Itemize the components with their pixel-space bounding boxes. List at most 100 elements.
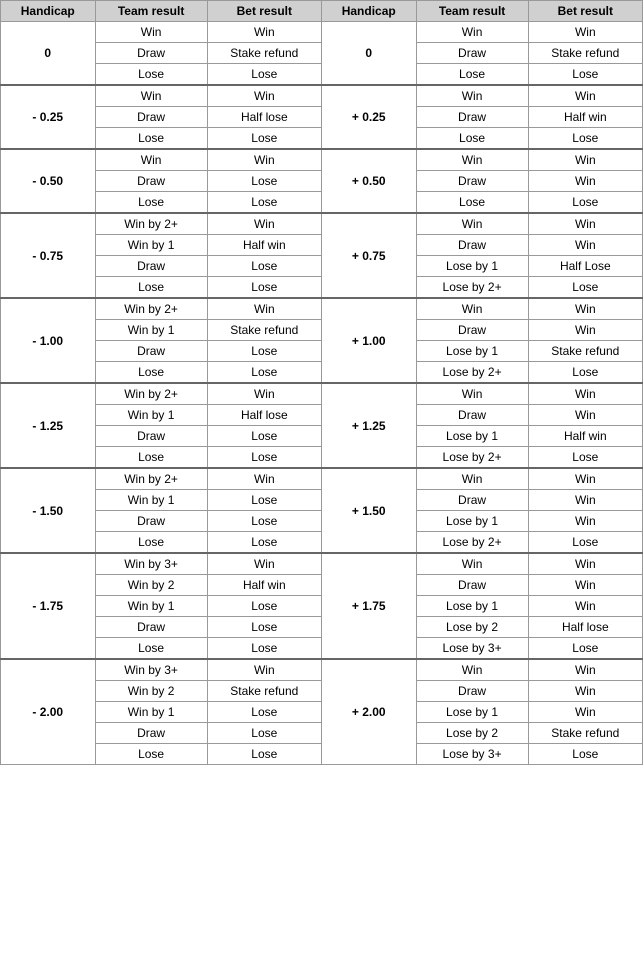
left-team-result: Draw	[95, 341, 207, 362]
left-handicap: - 0.75	[1, 213, 96, 298]
right-team-result: Draw	[416, 235, 528, 256]
left-bet-result: Win	[207, 383, 321, 405]
right-team-result: Win	[416, 149, 528, 171]
left-handicap: - 1.50	[1, 468, 96, 553]
left-team-result: Win	[95, 149, 207, 171]
right-bet-result: Stake refund	[528, 723, 642, 744]
left-team-result: Win by 1	[95, 702, 207, 723]
right-bet-result: Lose	[528, 128, 642, 150]
left-bet-result: Win	[207, 659, 321, 681]
left-team-result: Lose	[95, 744, 207, 765]
right-bet-result: Half Lose	[528, 256, 642, 277]
right-bet-result: Half lose	[528, 617, 642, 638]
right-team-result: Lose by 2+	[416, 532, 528, 554]
right-bet-result: Win	[528, 596, 642, 617]
right-bet-result: Win	[528, 490, 642, 511]
left-handicap: - 1.00	[1, 298, 96, 383]
right-handicap: + 0.25	[321, 85, 416, 149]
right-team-result: Lose by 2+	[416, 447, 528, 469]
right-team-result: Win	[416, 659, 528, 681]
right-team-result: Lose by 1	[416, 511, 528, 532]
right-team-result: Draw	[416, 405, 528, 426]
left-bet-result: Lose	[207, 192, 321, 214]
right-team-result: Draw	[416, 490, 528, 511]
column-header: Team result	[416, 1, 528, 22]
table-row: - 0.75Win by 2+Win+ 0.75WinWin	[1, 213, 643, 235]
left-team-result: Win by 2	[95, 681, 207, 702]
right-team-result: Draw	[416, 575, 528, 596]
right-handicap: + 2.00	[321, 659, 416, 765]
left-team-result: Draw	[95, 171, 207, 192]
right-team-result: Lose	[416, 64, 528, 86]
left-team-result: Lose	[95, 277, 207, 299]
column-header: Handicap	[1, 1, 96, 22]
right-team-result: Lose by 1	[416, 341, 528, 362]
table-row: 0WinWin0WinWin	[1, 22, 643, 43]
left-bet-result: Lose	[207, 341, 321, 362]
table-row: - 1.50Win by 2+Win+ 1.50WinWin	[1, 468, 643, 490]
left-bet-result: Lose	[207, 617, 321, 638]
right-bet-result: Win	[528, 553, 642, 575]
right-bet-result: Lose	[528, 362, 642, 384]
left-bet-result: Stake refund	[207, 320, 321, 341]
left-handicap: - 0.50	[1, 149, 96, 213]
right-team-result: Draw	[416, 171, 528, 192]
right-team-result: Lose by 2	[416, 617, 528, 638]
right-bet-result: Win	[528, 511, 642, 532]
left-handicap: - 1.25	[1, 383, 96, 468]
left-team-result: Draw	[95, 107, 207, 128]
left-team-result: Lose	[95, 362, 207, 384]
left-team-result: Win	[95, 85, 207, 107]
left-bet-result: Win	[207, 553, 321, 575]
left-bet-result: Win	[207, 149, 321, 171]
left-team-result: Win by 1	[95, 596, 207, 617]
right-bet-result: Win	[528, 405, 642, 426]
right-team-result: Win	[416, 213, 528, 235]
right-team-result: Lose by 1	[416, 596, 528, 617]
left-team-result: Win by 2	[95, 575, 207, 596]
left-team-result: Draw	[95, 511, 207, 532]
right-bet-result: Win	[528, 235, 642, 256]
table-row: - 0.50WinWin+ 0.50WinWin	[1, 149, 643, 171]
right-team-result: Lose by 1	[416, 426, 528, 447]
left-team-result: Win by 1	[95, 405, 207, 426]
left-bet-result: Win	[207, 22, 321, 43]
right-team-result: Win	[416, 468, 528, 490]
right-team-result: Draw	[416, 43, 528, 64]
right-bet-result: Win	[528, 659, 642, 681]
left-bet-result: Lose	[207, 638, 321, 660]
left-team-result: Draw	[95, 723, 207, 744]
right-bet-result: Stake refund	[528, 43, 642, 64]
left-bet-result: Stake refund	[207, 681, 321, 702]
right-bet-result: Stake refund	[528, 341, 642, 362]
right-team-result: Draw	[416, 107, 528, 128]
table-row: - 1.75Win by 3+Win+ 1.75WinWin	[1, 553, 643, 575]
left-team-result: Draw	[95, 617, 207, 638]
left-bet-result: Win	[207, 468, 321, 490]
handicap-table: HandicapTeam resultBet resultHandicapTea…	[0, 0, 643, 765]
left-bet-result: Half win	[207, 235, 321, 256]
right-handicap: + 1.50	[321, 468, 416, 553]
right-bet-result: Win	[528, 681, 642, 702]
right-bet-result: Win	[528, 213, 642, 235]
right-bet-result: Lose	[528, 532, 642, 554]
right-bet-result: Win	[528, 468, 642, 490]
right-team-result: Lose	[416, 128, 528, 150]
left-bet-result: Lose	[207, 447, 321, 469]
right-team-result: Lose by 3+	[416, 744, 528, 765]
column-header: Bet result	[207, 1, 321, 22]
left-bet-result: Win	[207, 298, 321, 320]
right-team-result: Win	[416, 383, 528, 405]
left-bet-result: Lose	[207, 277, 321, 299]
left-bet-result: Lose	[207, 511, 321, 532]
left-bet-result: Half lose	[207, 107, 321, 128]
left-team-result: Win by 1	[95, 490, 207, 511]
left-team-result: Win by 3+	[95, 659, 207, 681]
left-team-result: Lose	[95, 447, 207, 469]
left-team-result: Lose	[95, 638, 207, 660]
left-team-result: Lose	[95, 64, 207, 86]
left-bet-result: Lose	[207, 128, 321, 150]
left-bet-result: Lose	[207, 532, 321, 554]
right-team-result: Win	[416, 298, 528, 320]
right-team-result: Win	[416, 553, 528, 575]
